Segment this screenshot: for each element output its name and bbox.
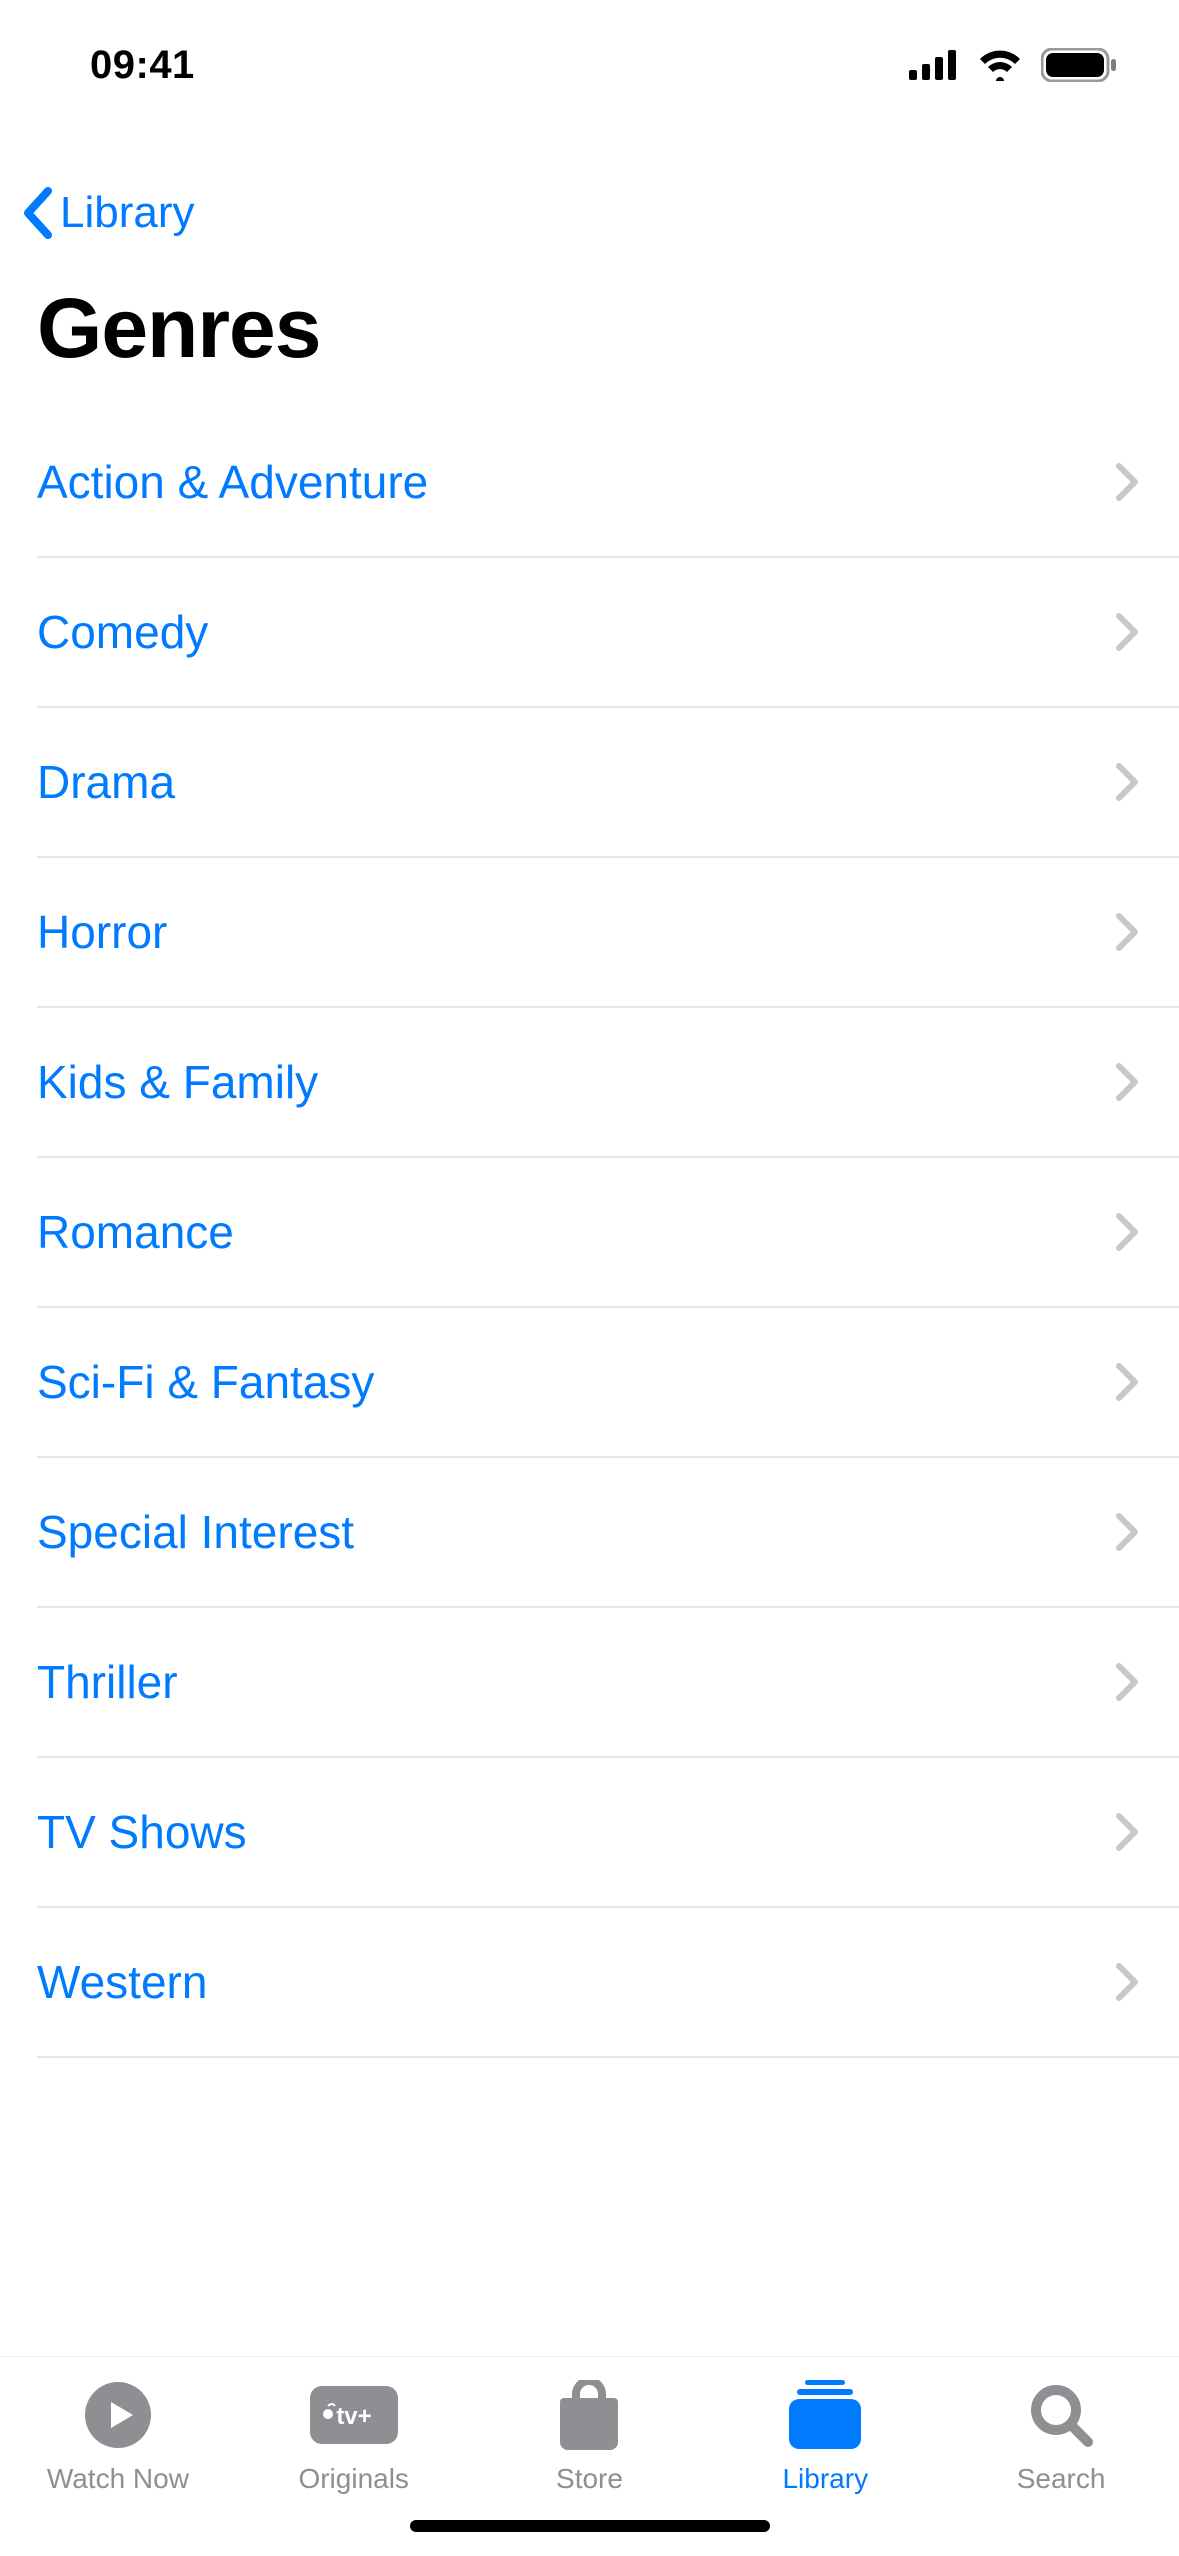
chevron-right-icon [1115,762,1139,802]
wifi-icon [977,49,1023,81]
genre-row-thriller[interactable]: Thriller [37,1608,1179,1758]
status-indicators [909,48,1119,82]
bag-icon [558,2379,620,2451]
genre-row-drama[interactable]: Drama [37,708,1179,858]
genre-label: Special Interest [37,1505,354,1559]
tab-search[interactable]: Search [943,2379,1179,2495]
chevron-right-icon [1115,1062,1139,1102]
genre-row-kids-family[interactable]: Kids & Family [37,1008,1179,1158]
genre-label: Horror [37,905,167,959]
genre-label: Kids & Family [37,1055,318,1109]
tab-watch-now[interactable]: Watch Now [0,2379,236,2495]
chevron-right-icon [1115,462,1139,502]
tab-store[interactable]: Store [472,2379,708,2495]
navigation-bar: Library [20,168,1179,258]
status-bar: 09:41 [0,0,1179,130]
tab-label: Watch Now [47,2463,189,2495]
genre-row-romance[interactable]: Romance [37,1158,1179,1308]
genre-label: Western [37,1955,207,2009]
genre-label: Action & Adventure [37,455,428,509]
chevron-right-icon [1115,1962,1139,2002]
genre-row-horror[interactable]: Horror [37,858,1179,1008]
genre-row-action-adventure[interactable]: Action & Adventure [37,408,1179,558]
library-icon [785,2379,865,2451]
chevron-right-icon [1115,1662,1139,1702]
genre-row-scifi-fantasy[interactable]: Sci-Fi & Fantasy [37,1308,1179,1458]
tab-label: Store [556,2463,623,2495]
chevron-right-icon [1115,1212,1139,1252]
cellular-icon [909,50,959,80]
page-title: Genres [37,280,321,377]
chevron-right-icon [1115,1362,1139,1402]
tab-label: Library [782,2463,868,2495]
genre-row-western[interactable]: Western [37,1908,1179,2058]
back-button[interactable]: Library [20,187,195,239]
home-indicator[interactable] [410,2520,770,2532]
battery-icon [1041,48,1119,82]
appletv-icon: tv+ [310,2379,398,2451]
chevron-right-icon [1115,1512,1139,1552]
chevron-right-icon [1115,1812,1139,1852]
genre-row-tv-shows[interactable]: TV Shows [37,1758,1179,1908]
genre-row-special-interest[interactable]: Special Interest [37,1458,1179,1608]
tab-label: Search [1017,2463,1106,2495]
tab-label: Originals [298,2463,408,2495]
svg-text:tv+: tv+ [336,2403,371,2430]
status-time: 09:41 [90,43,195,88]
tab-library[interactable]: Library [707,2379,943,2495]
genre-label: Comedy [37,605,208,659]
genre-label: Romance [37,1205,234,1259]
genre-label: Thriller [37,1655,178,1709]
genre-row-comedy[interactable]: Comedy [37,558,1179,708]
chevron-right-icon [1115,912,1139,952]
genre-label: TV Shows [37,1805,247,1859]
search-icon [1028,2379,1094,2451]
genre-list: Action & Adventure Comedy Drama Horror K… [37,408,1179,2058]
genre-label: Sci-Fi & Fantasy [37,1355,374,1409]
play-circle-icon [85,2379,151,2451]
chevron-right-icon [1115,612,1139,652]
tab-originals[interactable]: tv+ Originals [236,2379,472,2495]
genre-label: Drama [37,755,175,809]
back-label: Library [60,188,195,238]
chevron-left-icon [20,187,56,239]
